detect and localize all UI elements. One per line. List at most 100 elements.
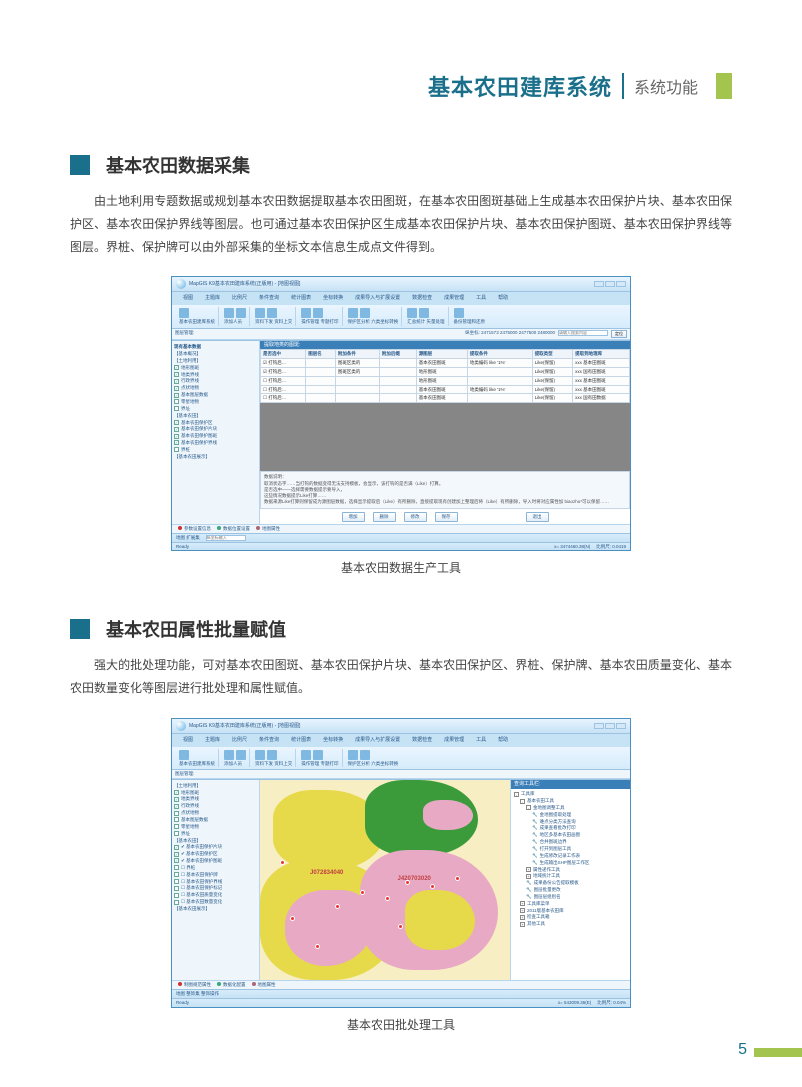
tool-group[interactable]: -基本农田工具 [514,798,627,805]
status-views[interactable]: 地图 整饰集 整饰操作 [176,991,219,997]
ribbon-icon[interactable] [313,308,323,318]
ribbon-icon[interactable] [255,308,265,318]
tree-item[interactable]: 【土地利用】 [174,357,257,364]
maximize-button[interactable] [605,723,615,729]
tool-item[interactable]: +2011版基本农田库 [514,907,627,914]
ribbon-icon[interactable] [179,750,189,760]
menu-tab[interactable]: 数据检查 [409,736,435,745]
tool-item[interactable]: 🔧成果查看批改打印 [514,825,627,832]
menu-tab[interactable]: 比例尺 [229,294,250,303]
map-canvas[interactable]: J072834040 J420703020 [260,780,510,980]
bottom-tab[interactable]: 参数设置信息 [178,526,211,532]
tool-item[interactable]: 🔧金地图提取处理 [514,811,627,818]
menu-tab[interactable]: 成果管理 [441,736,467,745]
tree-item[interactable]: 【基本农田】 [174,837,257,844]
tree-item[interactable]: 基本图层数据 [174,392,257,399]
tool-item[interactable]: 🔧成果备份公告提取模板 [514,880,627,887]
tool-root[interactable]: -工具库 [514,791,627,798]
ribbon-icon[interactable] [236,308,246,318]
tree-item[interactable]: 【基本概况】 [174,351,257,358]
tree-item[interactable]: 基本农田保护片块 [174,426,257,433]
menu-tab[interactable]: 统计图表 [288,294,314,303]
bottom-tab[interactable]: 地图属性 [256,526,280,532]
tree-item[interactable]: ☐ 基本农田保护标记 [174,885,257,892]
menu-tab[interactable]: 工具 [473,736,489,745]
ribbon-icon[interactable] [255,750,265,760]
status-views[interactable]: 地图 扩展集 [176,535,200,541]
ribbon-icon[interactable] [267,308,277,318]
tree-item[interactable]: ☐ 界桩 [174,864,257,871]
ribbon-icon[interactable] [179,308,189,318]
menu-tab[interactable]: 成果管理 [441,294,467,303]
search-input[interactable] [558,330,608,336]
tree-item[interactable]: 界桩 [174,446,257,453]
add-button[interactable]: 增加 [342,512,365,522]
ribbon-icon[interactable] [224,750,234,760]
menu-tab[interactable]: 主题库 [202,736,223,745]
menu-tab[interactable]: 帮助 [495,736,511,745]
tool-item[interactable]: +地域统计工具 [514,873,627,880]
tree-item[interactable]: 零星地物 [174,823,257,830]
tree-item[interactable]: ☐ 基本农田保护界线 [174,878,257,885]
close-button[interactable] [616,281,626,287]
tree-item[interactable]: 行政界线 [174,803,257,810]
tree-item[interactable]: 零星地物 [174,398,257,405]
tool-item[interactable]: 🔧打开到图层工具 [514,846,627,853]
maximize-button[interactable] [605,281,615,287]
delete-button[interactable]: 删除 [373,512,396,522]
tree-item[interactable]: 地形图斑 [174,364,257,371]
tree-item[interactable]: ✔ 基本农田保护片块 [174,844,257,851]
tree-item[interactable]: ☐ 基本农田数量变化 [174,899,257,906]
minimize-button[interactable] [594,281,604,287]
tree-item[interactable]: 基本图层数据 [174,816,257,823]
tree-item[interactable]: 点状地物 [174,385,257,392]
ribbon-icon[interactable] [224,308,234,318]
menu-tab[interactable]: 成果导入与扩展设置 [352,736,403,745]
tree-item[interactable]: 界址 [174,830,257,837]
exit-button[interactable]: 退出 [526,512,549,522]
menu-tab[interactable]: 坐标转换 [320,736,346,745]
tool-item[interactable]: 🔧合并图斑边界 [514,839,627,846]
ribbon-icon[interactable] [419,308,429,318]
modify-button[interactable]: 修改 [404,512,427,522]
go-button[interactable]: 定位 [611,330,627,338]
minimize-button[interactable] [594,723,604,729]
menu-tab[interactable]: 比例尺 [229,736,250,745]
tool-item[interactable]: 🔧生成输出SHP图层工作区 [514,859,627,866]
tree-item[interactable]: 【基本农田】 [174,412,257,419]
ribbon-icon[interactable] [407,308,417,318]
ribbon-icon[interactable] [301,750,311,760]
menu-tab[interactable]: 统计图表 [288,736,314,745]
bottom-tab[interactable]: 地图属性 [252,982,276,988]
tree-item[interactable]: ✔ 基本农田保护区 [174,851,257,858]
tree-item[interactable]: 基本农田保护区 [174,419,257,426]
tree-item[interactable]: 界址 [174,405,257,412]
menu-tab[interactable]: 数据检查 [409,294,435,303]
tree-item[interactable]: 【基本农田展示】 [174,453,257,460]
bottom-tab[interactable]: 数据化配置 [217,982,246,988]
grid-row[interactable]: ☐ 打钩后…地形图斑Like(保留)xxx 基本田图斑 [261,376,630,385]
tree-item[interactable]: 地形图斑 [174,789,257,796]
grid-row[interactable]: ☐ 打钩后…基本农田图斑地类编码 like '1%'Like(保留)xxx 基本… [261,385,630,394]
menu-tab[interactable]: 主题库 [202,294,223,303]
menu-tab[interactable]: 条件查询 [256,294,282,303]
ribbon-icon[interactable] [313,750,323,760]
tree-item[interactable]: 基本农田保护图斑 [174,433,257,440]
close-button[interactable] [616,723,626,729]
grid-row[interactable]: ☑ 打钩后…图斑区类的基本农田图斑地类编码 like '1%'Like(保留)x… [261,359,630,368]
tree-item[interactable]: 点状地物 [174,810,257,817]
ribbon-icon[interactable] [301,308,311,318]
tool-item[interactable]: 🔧图层层组别名 [514,893,627,900]
tool-item[interactable]: +工具库菜单 [514,900,627,907]
tool-item[interactable]: 🔧生成修改记录工作表 [514,852,627,859]
ribbon-icon[interactable] [267,750,277,760]
menu-tab[interactable]: 条件查询 [256,736,282,745]
tree-item[interactable]: ☐ 基本农田保护牌 [174,871,257,878]
coord-input[interactable] [206,535,246,541]
menu-tab[interactable]: 坐标转换 [320,294,346,303]
tree-item[interactable]: ☐ 基本农田质量变化 [174,892,257,899]
ribbon-icon[interactable] [360,750,370,760]
menu-tab[interactable]: 视图 [180,736,196,745]
tool-item[interactable]: +检查工具箱 [514,914,627,921]
save-button[interactable]: 保存 [435,512,458,522]
